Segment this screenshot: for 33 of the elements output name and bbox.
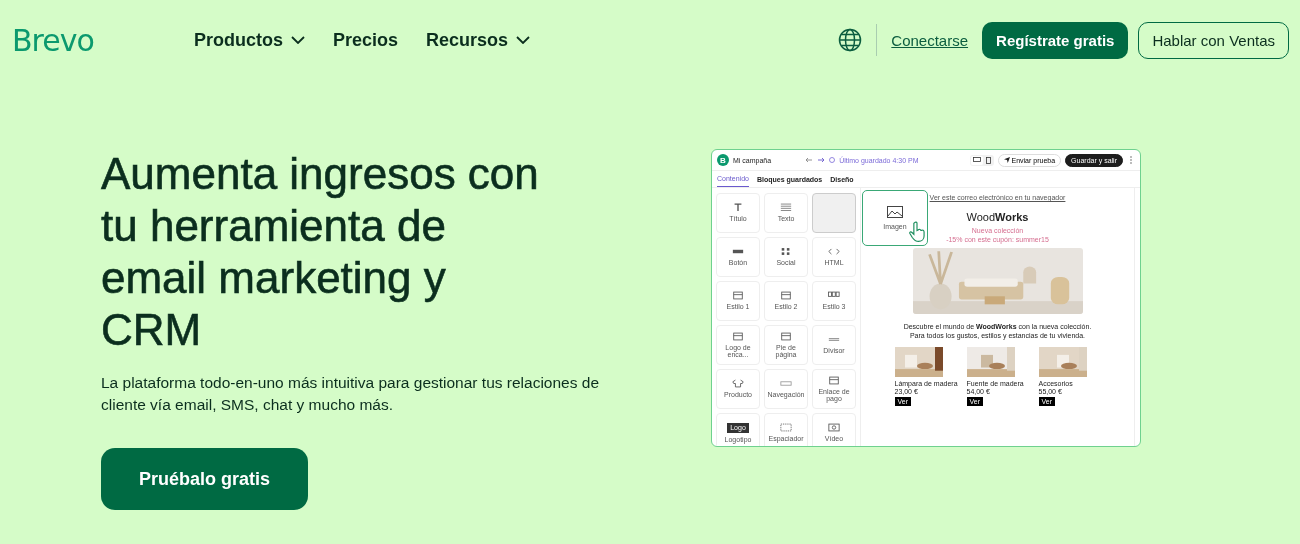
nav-link[interactable]: Productos — [194, 29, 305, 51]
login-link[interactable]: Conectarse — [891, 31, 969, 49]
block-icon — [780, 331, 792, 341]
hero-title: Aumenta ingresos con tu herramienta de email marketing y CRM — [101, 148, 540, 356]
block-icon — [780, 423, 792, 433]
nav-link[interactable]: Precios — [333, 29, 399, 51]
redo-icon[interactable] — [817, 157, 826, 163]
hand-cursor-icon — [909, 221, 925, 243]
globe-icon[interactable] — [838, 28, 863, 52]
block-icon — [828, 423, 840, 433]
block-icon — [780, 203, 792, 213]
block-icon — [780, 247, 792, 257]
send-icon — [1003, 157, 1010, 163]
undo-icon[interactable] — [805, 157, 814, 163]
block-icon — [780, 379, 792, 389]
block-icon — [732, 291, 744, 301]
signup-button[interactable]: Regístrate gratis — [982, 21, 1129, 59]
block-icon — [780, 291, 792, 301]
image-icon — [887, 206, 903, 218]
nav-link[interactable]: Recursos — [426, 29, 531, 51]
email-brand: WoodWorks — [966, 211, 1029, 223]
try-free-button[interactable]: Pruébalo gratis — [101, 448, 309, 510]
block-icon — [828, 375, 840, 385]
app-logo: B — [717, 154, 729, 166]
sales-button[interactable]: Hablar con Ventas — [1138, 21, 1289, 59]
monitor-icon[interactable] — [970, 155, 983, 165]
clock-icon — [829, 157, 836, 163]
hero-subtitle: La plataforma todo-en-uno más intuitiva para gestionar tus relaciones de cliente vía email, SMS, chat y mucho más. — [101, 373, 600, 415]
block-icon — [732, 203, 744, 213]
block-icon — [732, 331, 744, 341]
block-icon — [828, 247, 840, 257]
phone-icon[interactable] — [983, 155, 993, 165]
block-icon — [732, 379, 744, 389]
